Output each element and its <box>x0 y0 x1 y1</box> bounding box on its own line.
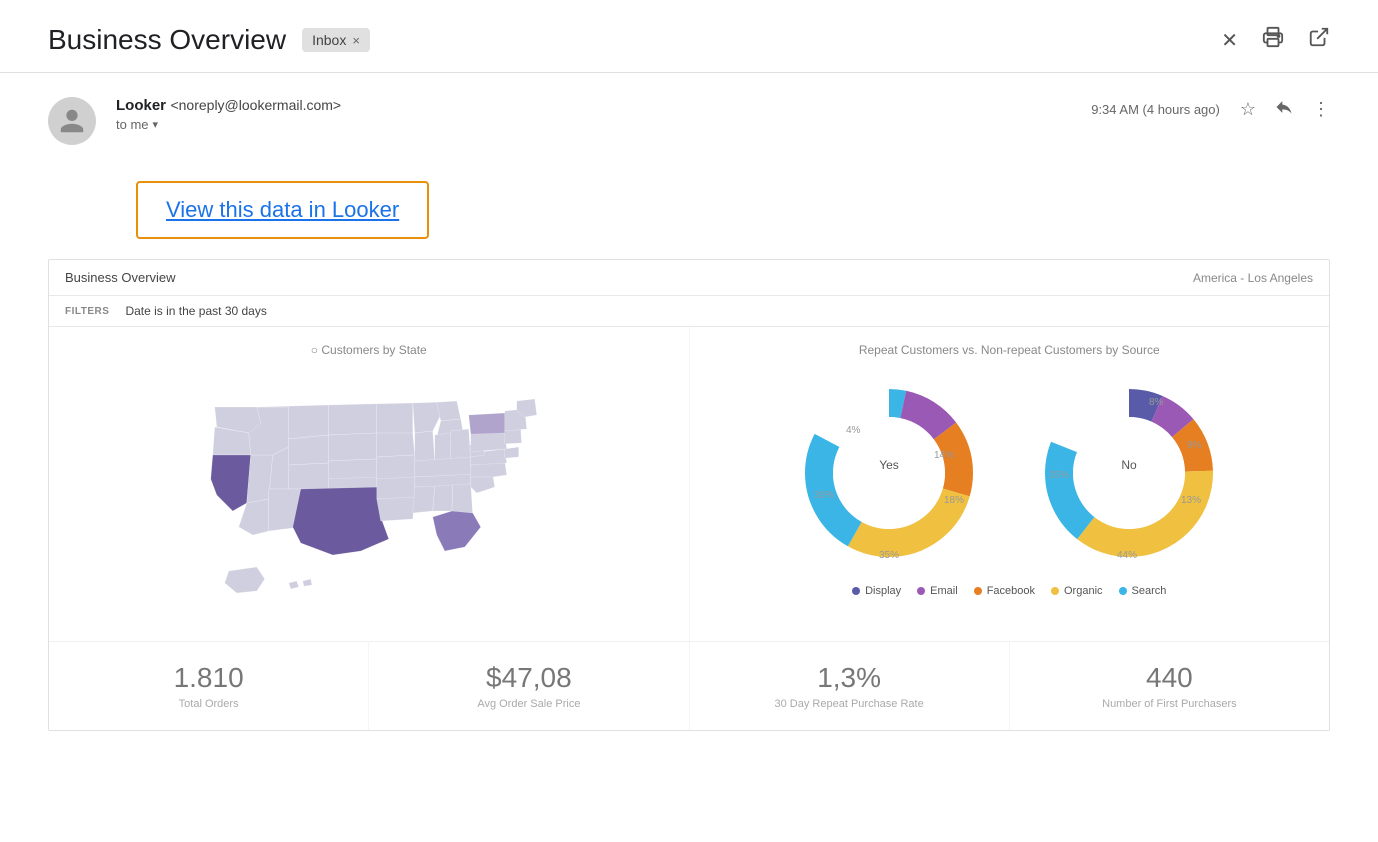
stat-panel-3: 440 Number of First Purchasers <box>1010 642 1329 730</box>
filter-label: FILTERS <box>65 306 109 317</box>
legend-label-display: Display <box>865 585 901 597</box>
stat-label-3: Number of First Purchasers <box>1026 698 1313 710</box>
svg-text:8%: 8% <box>1149 397 1164 408</box>
donut-panel: Repeat Customers vs. Non-repeat Customer… <box>690 327 1330 641</box>
print-icon[interactable] <box>1262 26 1284 54</box>
view-in-looker-link[interactable]: View this data in Looker <box>136 181 429 239</box>
legend-dot-email <box>917 587 925 595</box>
to-me[interactable]: to me ▾ <box>116 117 1091 132</box>
svg-text:30%: 30% <box>814 490 834 501</box>
sender-name: Looker <box>116 97 166 114</box>
email-title-area: Business Overview Inbox × <box>48 24 370 56</box>
dash-grid: ○ Customers by State <box>49 327 1329 641</box>
avatar-icon <box>58 107 86 135</box>
dashboard-location: America - Los Angeles <box>1193 271 1313 285</box>
more-options-icon[interactable]: ⋮ <box>1312 99 1330 120</box>
meta-icons: ☆ ⋮ <box>1240 97 1330 122</box>
svg-text:25%: 25% <box>1049 470 1069 481</box>
dashboard-embed: Business Overview America - Los Angeles … <box>48 259 1330 731</box>
stat-panel-0: 1.810 Total Orders <box>49 642 368 730</box>
reply-icon[interactable] <box>1274 97 1294 122</box>
open-external-icon[interactable] <box>1308 26 1330 54</box>
donut-panel-title: Repeat Customers vs. Non-repeat Customer… <box>706 343 1314 357</box>
svg-text:13%: 13% <box>1181 495 1201 506</box>
donut-legend: Display Email Facebook Organic <box>852 585 1166 597</box>
legend-dot-organic <box>1051 587 1059 595</box>
svg-text:18%: 18% <box>944 495 964 506</box>
us-map-svg <box>65 375 673 615</box>
email-subject-title: Business Overview <box>48 24 286 56</box>
to-me-text: to me <box>116 117 149 132</box>
dashboard-title: Business Overview <box>65 270 176 285</box>
svg-text:35%: 35% <box>879 550 899 561</box>
stat-label-1: Avg Order Sale Price <box>385 698 672 710</box>
legend-item-organic: Organic <box>1051 585 1103 597</box>
legend-dot-facebook <box>974 587 982 595</box>
avatar <box>48 97 96 145</box>
legend-label-organic: Organic <box>1064 585 1103 597</box>
star-icon[interactable]: ☆ <box>1240 99 1256 120</box>
legend-label-facebook: Facebook <box>987 585 1035 597</box>
dash-filters: FILTERS Date is in the past 30 days <box>49 296 1329 327</box>
looker-link-section: View this data in Looker <box>0 161 1378 259</box>
filter-value: Date is in the past 30 days <box>125 304 266 318</box>
svg-text:4%: 4% <box>846 425 861 436</box>
donut-yes-svg: Yes 4% 14% 18% 35% 30% <box>789 373 989 573</box>
sender-meta: 9:34 AM (4 hours ago) ☆ ⋮ <box>1091 97 1330 122</box>
donut-charts-row: Yes 4% 14% 18% 35% 30% <box>789 373 1229 573</box>
dash-stats: 1.810 Total Orders $47,08 Avg Order Sale… <box>49 641 1329 730</box>
stat-value-2: 1,3% <box>706 662 993 694</box>
donut-container: Yes 4% 14% 18% 35% 30% <box>706 365 1314 597</box>
close-icon[interactable]: ✕ <box>1221 28 1238 53</box>
stat-value-3: 440 <box>1026 662 1313 694</box>
stat-value-1: $47,08 <box>385 662 672 694</box>
legend-label-search: Search <box>1132 585 1167 597</box>
sender-info: Looker <noreply@lookermail.com> to me ▾ <box>116 97 1091 132</box>
svg-text:9%: 9% <box>1187 440 1202 451</box>
donut-no: No 8% 9% 13% 44% 25% <box>1029 373 1229 573</box>
donut-yes: Yes 4% 14% 18% 35% 30% <box>789 373 989 573</box>
inbox-badge[interactable]: Inbox × <box>302 28 370 52</box>
email-timestamp: 9:34 AM (4 hours ago) <box>1091 102 1220 117</box>
stat-label-0: Total Orders <box>65 698 352 710</box>
svg-text:No: No <box>1122 458 1138 472</box>
legend-label-email: Email <box>930 585 958 597</box>
legend-dot-display <box>852 587 860 595</box>
sender-name-line: Looker <noreply@lookermail.com> <box>116 97 1091 115</box>
svg-text:Yes: Yes <box>879 458 899 472</box>
legend-item-facebook: Facebook <box>974 585 1035 597</box>
map-panel-title: ○ Customers by State <box>65 343 673 357</box>
donut-no-svg: No 8% 9% 13% 44% 25% <box>1029 373 1229 573</box>
dash-header: Business Overview America - Los Angeles <box>49 260 1329 296</box>
stat-panel-2: 1,3% 30 Day Repeat Purchase Rate <box>690 642 1009 730</box>
map-panel: ○ Customers by State <box>49 327 689 641</box>
header-icons: ✕ <box>1221 26 1330 54</box>
legend-item-email: Email <box>917 585 958 597</box>
legend-item-search: Search <box>1119 585 1167 597</box>
stat-label-2: 30 Day Repeat Purchase Rate <box>706 698 993 710</box>
stat-value-0: 1.810 <box>65 662 352 694</box>
sender-email: <noreply@lookermail.com> <box>170 97 341 113</box>
legend-dot-search <box>1119 587 1127 595</box>
sender-row: Looker <noreply@lookermail.com> to me ▾ … <box>0 73 1378 161</box>
inbox-badge-label: Inbox <box>312 32 346 48</box>
svg-text:44%: 44% <box>1117 550 1137 561</box>
svg-text:14%: 14% <box>934 450 954 461</box>
map-container <box>65 365 673 625</box>
stat-panel-1: $47,08 Avg Order Sale Price <box>369 642 688 730</box>
legend-item-display: Display <box>852 585 901 597</box>
email-header: Business Overview Inbox × ✕ <box>0 0 1378 73</box>
inbox-badge-close[interactable]: × <box>352 33 360 48</box>
dropdown-arrow-icon[interactable]: ▾ <box>153 118 159 131</box>
